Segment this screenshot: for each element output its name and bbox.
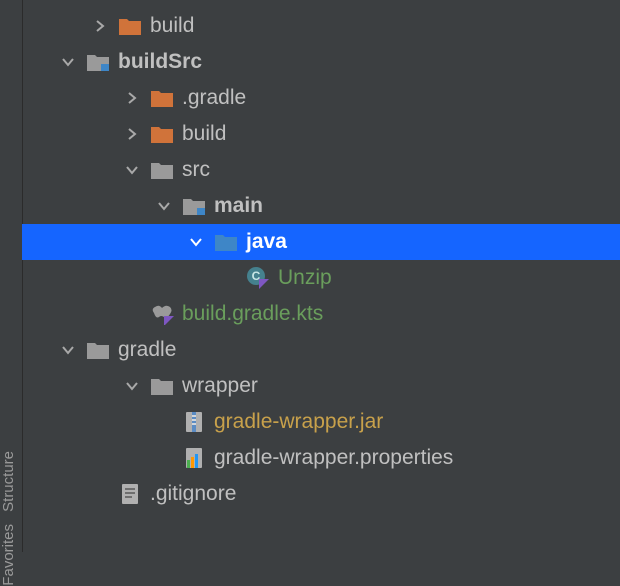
gradle-kts-icon	[150, 302, 174, 326]
source-root-folder-icon	[214, 230, 238, 254]
tree-item-label: .gradle	[182, 86, 246, 110]
tree-item-wrapper-props[interactable]: gradle-wrapper.properties	[22, 440, 620, 476]
chevron-down-icon[interactable]	[54, 336, 82, 364]
tree-item-build-inner[interactable]: build	[22, 116, 620, 152]
chevron-down-icon[interactable]	[150, 192, 178, 220]
chevron-down-icon[interactable]	[118, 372, 146, 400]
tree-item-label: gradle-wrapper.properties	[214, 446, 453, 470]
folder-excluded-icon	[150, 122, 174, 146]
tree-item-wrapper[interactable]: wrapper	[22, 368, 620, 404]
folder-icon	[150, 374, 174, 398]
tree-item-build-gradle-kts[interactable]: build.gradle.kts	[22, 296, 620, 332]
tree-item-label: build.gradle.kts	[182, 302, 323, 326]
spacer	[150, 444, 178, 472]
tree-item-label: wrapper	[182, 374, 258, 398]
tree-item-java[interactable]: java	[22, 224, 620, 260]
tree-item-label: Unzip	[278, 266, 332, 290]
tool-window-structure[interactable]: Structure	[0, 451, 22, 512]
chevron-right-icon[interactable]	[86, 12, 114, 40]
tree-item-dot-gradle[interactable]: .gradle	[22, 80, 620, 116]
tree-item-label: buildSrc	[118, 50, 202, 74]
tree-item-label: src	[182, 158, 210, 182]
project-tree[interactable]: build buildSrc .gradle build	[22, 0, 620, 552]
properties-file-icon	[182, 446, 206, 470]
folder-excluded-icon	[150, 86, 174, 110]
tree-item-label: gradle-wrapper.jar	[214, 410, 383, 434]
folder-excluded-icon	[118, 14, 142, 38]
tool-window-favorites[interactable]: Favorites	[0, 524, 22, 586]
module-folder-icon	[182, 194, 206, 218]
tree-item-buildsrc[interactable]: buildSrc	[22, 44, 620, 80]
tree-item-src[interactable]: src	[22, 152, 620, 188]
tree-item-main[interactable]: main	[22, 188, 620, 224]
tree-item-gradle[interactable]: gradle	[22, 332, 620, 368]
tree-item-label: java	[246, 230, 287, 254]
spacer	[150, 408, 178, 436]
tree-item-label: main	[214, 194, 263, 218]
tree-item-build[interactable]: build	[22, 8, 620, 44]
tree-item-label: build	[182, 122, 226, 146]
tree-item-unzip[interactable]: C Unzip	[22, 260, 620, 296]
tree-item-label: gradle	[118, 338, 176, 362]
jar-archive-icon	[182, 410, 206, 434]
chevron-right-icon[interactable]	[118, 84, 146, 112]
spacer	[86, 480, 114, 508]
chevron-right-icon[interactable]	[118, 120, 146, 148]
chevron-down-icon[interactable]	[182, 228, 210, 256]
folder-icon	[150, 158, 174, 182]
tree-item-label: .gitignore	[150, 482, 236, 506]
tree-item-gitignore[interactable]: .gitignore	[22, 476, 620, 512]
tool-window-strip: Structure Favorites	[0, 0, 23, 552]
chevron-down-icon[interactable]	[118, 156, 146, 184]
text-file-icon	[118, 482, 142, 506]
tree-item-wrapper-jar[interactable]: gradle-wrapper.jar	[22, 404, 620, 440]
kotlin-class-icon: C	[246, 266, 270, 290]
folder-icon	[86, 338, 110, 362]
module-folder-icon	[86, 50, 110, 74]
spacer	[118, 300, 146, 328]
tree-item-label: build	[150, 14, 194, 38]
chevron-down-icon[interactable]	[54, 48, 82, 76]
spacer	[214, 264, 242, 292]
